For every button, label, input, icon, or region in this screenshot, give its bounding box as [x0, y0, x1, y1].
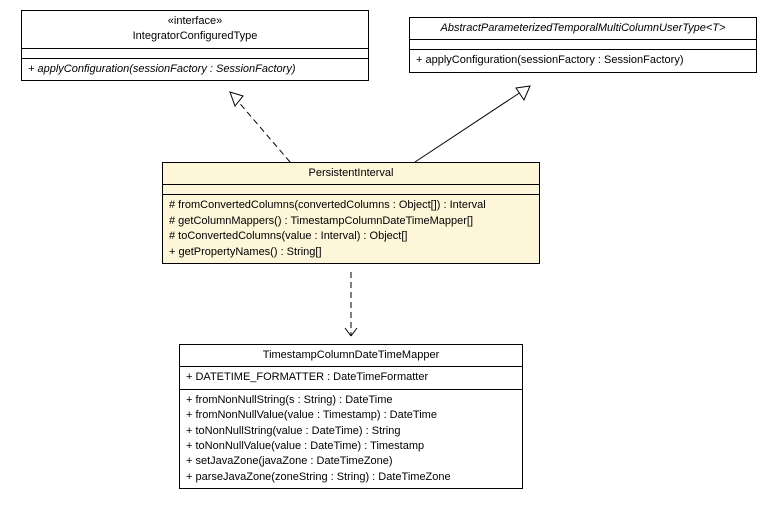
persistent-method-0: # fromConvertedColumns(convertedColumns …: [169, 198, 533, 213]
persistent-interval-name: PersistentInterval: [169, 166, 533, 181]
mapper-method-3: + toNonNullValue(value : DateTime) : Tim…: [186, 439, 516, 454]
mapper-method-1: + fromNonNullValue(value : Timestamp) : …: [186, 408, 516, 423]
persistent-method-3: + getPropertyNames() : String[]: [169, 245, 533, 260]
interface-attributes-section: [22, 49, 368, 59]
interface-class-box: «interface» IntegratorConfiguredType + a…: [21, 10, 369, 81]
mapper-method-2: + toNonNullString(value : DateTime) : St…: [186, 424, 516, 439]
interface-name: IntegratorConfiguredType: [28, 29, 362, 44]
interface-method: + applyConfiguration(sessionFactory : Se…: [28, 62, 362, 77]
mapper-class-box: TimestampColumnDateTimeMapper + DATETIME…: [179, 344, 523, 489]
abstract-class-box: AbstractParameterizedTemporalMultiColumn…: [409, 17, 757, 73]
mapper-method-4: + setJavaZone(javaZone : DateTimeZone): [186, 454, 516, 469]
mapper-field-0: + DATETIME_FORMATTER : DateTimeFormatter: [186, 370, 516, 385]
abstract-class-name: AbstractParameterizedTemporalMultiColumn…: [416, 21, 750, 36]
mapper-method-0: + fromNonNullString(s : String) : DateTi…: [186, 393, 516, 408]
mapper-method-5: + parseJavaZone(zoneString : String) : D…: [186, 470, 516, 485]
persistent-method-1: # getColumnMappers() : TimestampColumnDa…: [169, 214, 533, 229]
abstract-attributes-section: [410, 40, 756, 50]
stereotype-label: «interface»: [28, 14, 362, 29]
persistent-interval-class-box: PersistentInterval # fromConvertedColumn…: [162, 162, 540, 264]
abstract-method: + applyConfiguration(sessionFactory : Se…: [416, 53, 750, 68]
persistent-attributes-section: [163, 185, 539, 195]
mapper-class-name: TimestampColumnDateTimeMapper: [186, 348, 516, 363]
persistent-method-2: # toConvertedColumns(value : Interval) :…: [169, 229, 533, 244]
